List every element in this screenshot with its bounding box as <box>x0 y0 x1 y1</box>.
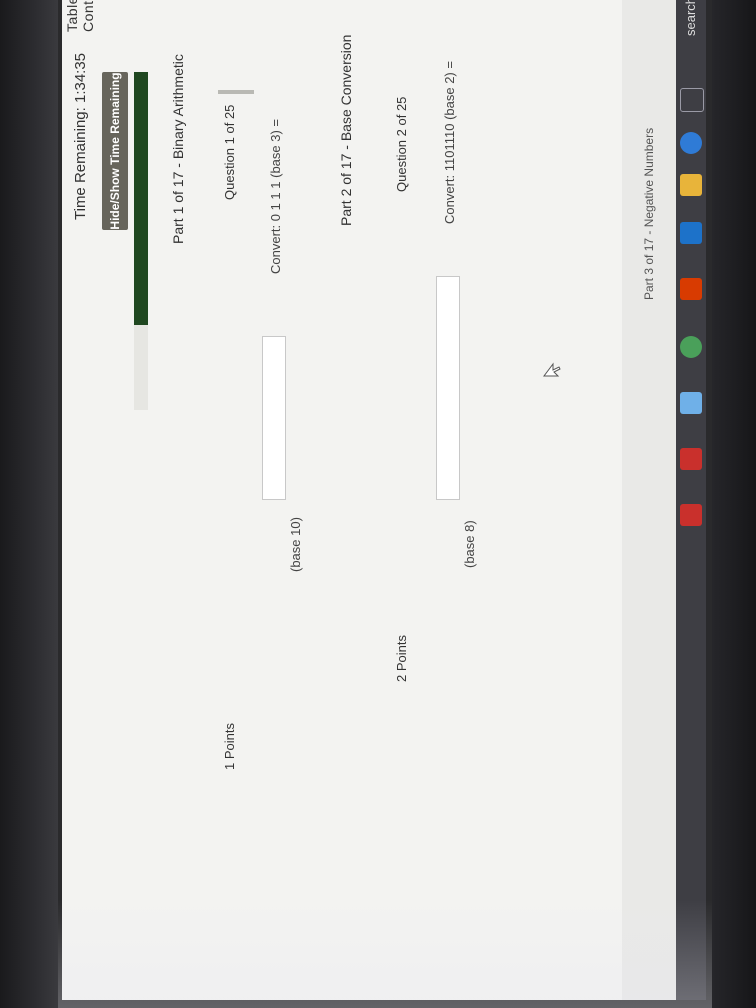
question-1-label: Question 1 of 25 <box>222 104 237 200</box>
acrobat-reader-icon[interactable] <box>680 504 702 526</box>
question-2-answer-input[interactable] <box>436 276 460 500</box>
part-3-title: Part 3 of 17 - Negative Numbers <box>642 127 656 300</box>
question-1-unit: (base 10) <box>288 517 303 572</box>
question-2-points: 2 Points <box>394 635 409 682</box>
hide-show-time-button[interactable]: Hide/Show Time Remaining <box>102 72 128 230</box>
chrome-icon[interactable] <box>680 336 702 358</box>
question-2-label: Question 2 of 25 <box>394 96 409 192</box>
task-view-icon[interactable] <box>680 88 704 112</box>
edge-icon[interactable] <box>680 132 702 154</box>
taskbar: search <box>676 0 706 1000</box>
table-of-contents-link[interactable]: Table of Contents <box>64 0 96 32</box>
left-bezel <box>0 0 58 1008</box>
mouse-cursor-icon <box>543 362 561 377</box>
exam-page: Table of Contents Time Remaining: 1:34:3… <box>62 0 622 1000</box>
screen: Table of Contents Time Remaining: 1:34:3… <box>62 0 706 1000</box>
part-2-title: Part 2 of 17 - Base Conversion <box>338 34 354 226</box>
taskbar-search[interactable]: search <box>679 0 703 36</box>
acrobat-icon[interactable] <box>680 448 702 470</box>
right-bezel <box>712 0 756 1008</box>
mail-icon[interactable] <box>680 222 702 244</box>
part-1-title: Part 1 of 17 - Binary Arithmetic <box>170 54 186 244</box>
question-1-prompt: Convert: 0 1 1 1 (base 3) = <box>268 118 283 274</box>
question-1-answer-input[interactable] <box>262 336 286 500</box>
paint-icon[interactable] <box>680 392 702 414</box>
time-progress-fill <box>134 72 148 326</box>
question-1-accent <box>218 90 254 94</box>
time-progress-bar <box>134 72 148 410</box>
question-2-prompt: Convert: 1101110 (base 2) = <box>442 61 457 224</box>
question-2-unit: (base 8) <box>462 520 477 568</box>
question-1-points: 1 Points <box>222 723 237 770</box>
office-icon[interactable] <box>680 278 702 300</box>
file-explorer-icon[interactable] <box>680 174 702 196</box>
time-remaining-label: Time Remaining: 1:34:35 <box>72 52 89 220</box>
